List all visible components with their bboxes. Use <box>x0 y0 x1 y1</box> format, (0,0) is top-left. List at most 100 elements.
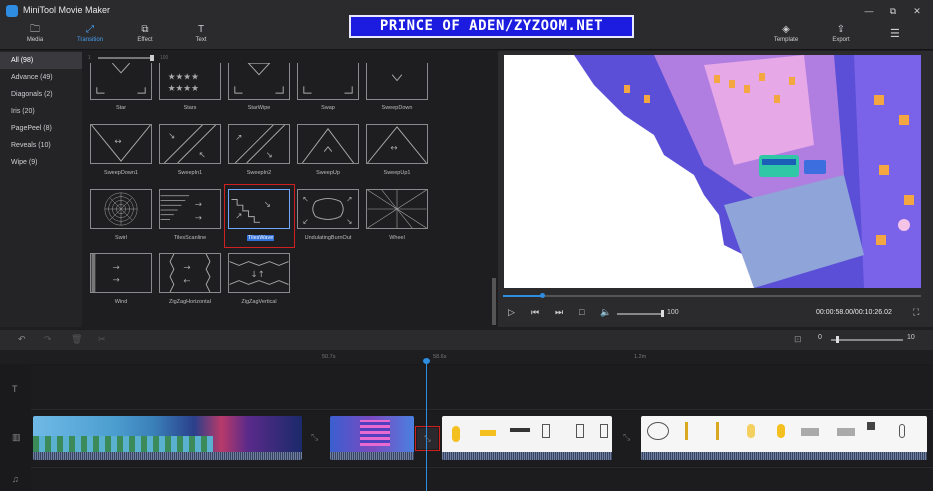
transition-wheel-thumb[interactable] <box>366 189 428 229</box>
ruler-tick: 58.6s <box>433 354 447 360</box>
volume-icon[interactable]: 🔈 <box>600 307 611 318</box>
timeline-zoom-handle[interactable] <box>836 336 839 343</box>
svg-text:→: → <box>112 263 119 273</box>
transition-zigzagvertical-thumb[interactable]: ↓↑ <box>228 253 290 293</box>
stop-icon[interactable]: □ <box>579 307 584 317</box>
export-icon: ⇪ <box>836 24 846 35</box>
zoom-fit-icon[interactable]: ⊡ <box>794 334 802 345</box>
transition-sweepup-thumb[interactable] <box>297 124 359 164</box>
transition-zigzaghorizontal-label: ZigZagHorizontal <box>169 299 211 305</box>
effect-tab[interactable]: ⧉ Effect <box>120 24 170 48</box>
size-slider-handle[interactable] <box>150 55 154 61</box>
video-clip-2[interactable] <box>330 416 414 460</box>
ruler-tick: 50.7s <box>322 354 336 360</box>
transition-stars-label: Stars <box>183 105 197 111</box>
transition-sweepin1-thumb[interactable]: ↘ ↖ <box>159 124 221 164</box>
svg-text:→: → <box>112 276 119 286</box>
volume-slider-handle[interactable] <box>661 310 664 317</box>
playhead-handle[interactable] <box>423 358 430 364</box>
zoom-max-label: 10 <box>907 334 915 341</box>
effect-icon: ⧉ <box>141 24 149 35</box>
transition-stars-thumb[interactable]: ★★★★ ★★★★ <box>159 63 221 100</box>
timeline-zoom-slider[interactable] <box>831 339 903 341</box>
redo-icon[interactable]: ↷ <box>44 334 52 345</box>
category-diagonals[interactable]: Diagonals (2) <box>0 86 82 103</box>
next-frame-icon[interactable]: ⏭ <box>555 307 563 318</box>
size-slider-max: 100 <box>160 55 169 61</box>
svg-text:↗: ↗ <box>235 133 242 143</box>
music-track[interactable] <box>31 467 933 491</box>
video-track-icon: ▥ <box>12 432 21 442</box>
svg-text:↘: ↘ <box>346 217 352 226</box>
svg-text:↙: ↙ <box>302 217 308 226</box>
svg-text:↖: ↖ <box>302 194 308 203</box>
timeline-playhead[interactable] <box>426 361 427 491</box>
previous-frame-icon[interactable]: ⏮ <box>531 307 539 318</box>
category-wipe[interactable]: Wipe (9) <box>0 154 82 171</box>
transition-undulatingburnout-label: UndulatingBurnOut <box>304 235 352 241</box>
video-clip-3[interactable] <box>442 416 612 460</box>
playback-progress-fill <box>503 295 543 297</box>
text-tab[interactable]: T Text <box>176 24 226 48</box>
svg-text:↔: ↔ <box>390 144 397 154</box>
transition-swirl-thumb[interactable] <box>90 189 152 229</box>
transition-slot-icon[interactable]: ⤡ <box>311 432 321 442</box>
svg-text:↔: ↔ <box>114 137 121 147</box>
minimize-button[interactable]: — <box>860 3 878 19</box>
transition-swirl-label: Swirl <box>115 235 127 241</box>
maximize-button[interactable]: ⧉ <box>884 3 902 19</box>
category-reveals[interactable]: Reveals (10) <box>0 137 82 154</box>
app-logo-icon <box>6 5 18 17</box>
transition-swap-thumb[interactable] <box>297 63 359 100</box>
export-button[interactable]: ⇪ Export <box>816 24 866 48</box>
svg-text:↘: ↘ <box>266 150 273 160</box>
template-button[interactable]: ◈ Template <box>761 24 811 48</box>
playback-progress-handle[interactable] <box>539 293 545 298</box>
playback-progress-track[interactable] <box>503 295 921 297</box>
svg-text:→: → <box>195 213 202 223</box>
transition-tab[interactable]: ⤢ Transition <box>65 24 115 48</box>
transition-icon: ⤢ <box>86 24 94 35</box>
close-button[interactable]: ✕ <box>908 3 926 19</box>
undo-icon[interactable]: ↶ <box>18 334 26 345</box>
transition-sweepdown1-label: SweepDown1 <box>104 170 138 176</box>
layers-icon: ◈ <box>782 24 790 35</box>
transition-sweepdown-thumb[interactable] <box>366 63 428 100</box>
panel-scrollbar[interactable] <box>492 278 496 325</box>
transition-undulatingburnout-thumb[interactable]: ↖ ↗ ↙ ↘ <box>297 189 359 229</box>
transition-wind-label: Wind <box>114 299 128 305</box>
transition-sweepup1-thumb[interactable]: ↔ <box>366 124 428 164</box>
menu-icon[interactable]: ☰ <box>890 27 900 40</box>
transition-sweepin2-thumb[interactable]: ↗ ↘ <box>228 124 290 164</box>
transition-wheel-label: Wheel <box>389 235 405 241</box>
fullscreen-icon[interactable]: ⛶ <box>913 307 919 318</box>
transition-slot-icon[interactable]: ⤡ <box>623 432 633 442</box>
size-slider[interactable] <box>98 57 154 59</box>
transition-star-label: Star <box>115 105 127 111</box>
text-track[interactable] <box>31 365 933 410</box>
size-slider-min: 1 <box>88 55 91 61</box>
preview-frame-image <box>504 55 921 288</box>
volume-slider[interactable] <box>617 313 663 315</box>
transition-wind-thumb[interactable]: → → <box>90 253 152 293</box>
category-iris[interactable]: Iris (20) <box>0 103 82 120</box>
transition-zigzaghorizontal-thumb[interactable]: → ← <box>159 253 221 293</box>
transition-star-thumb[interactable] <box>90 63 152 100</box>
video-clip-1[interactable] <box>33 416 302 460</box>
transition-tilesscanline-thumb[interactable]: → → <box>159 189 221 229</box>
category-advance[interactable]: Advance (49) <box>0 69 82 86</box>
svg-text:★★★★: ★★★★ <box>168 84 199 94</box>
svg-text:→: → <box>183 263 190 273</box>
play-icon[interactable]: ▷ <box>508 307 515 318</box>
category-pagepeel[interactable]: PagePeel (8) <box>0 120 82 137</box>
transition-sweepdown1-thumb[interactable]: ↔ <box>90 124 152 164</box>
category-all[interactable]: All (98) <box>0 52 82 69</box>
timeline-ruler[interactable] <box>0 350 933 364</box>
split-icon[interactable]: ✂ <box>98 334 106 345</box>
app-title: MiniTool Movie Maker <box>23 5 111 15</box>
transition-starwipe-thumb[interactable] <box>228 63 290 100</box>
transition-sweepin1-label: SweepIn1 <box>177 170 203 176</box>
media-tab[interactable]: 🗀 Media <box>10 24 60 48</box>
delete-icon[interactable]: 🗑 <box>71 334 82 345</box>
video-clip-4[interactable] <box>641 416 927 460</box>
